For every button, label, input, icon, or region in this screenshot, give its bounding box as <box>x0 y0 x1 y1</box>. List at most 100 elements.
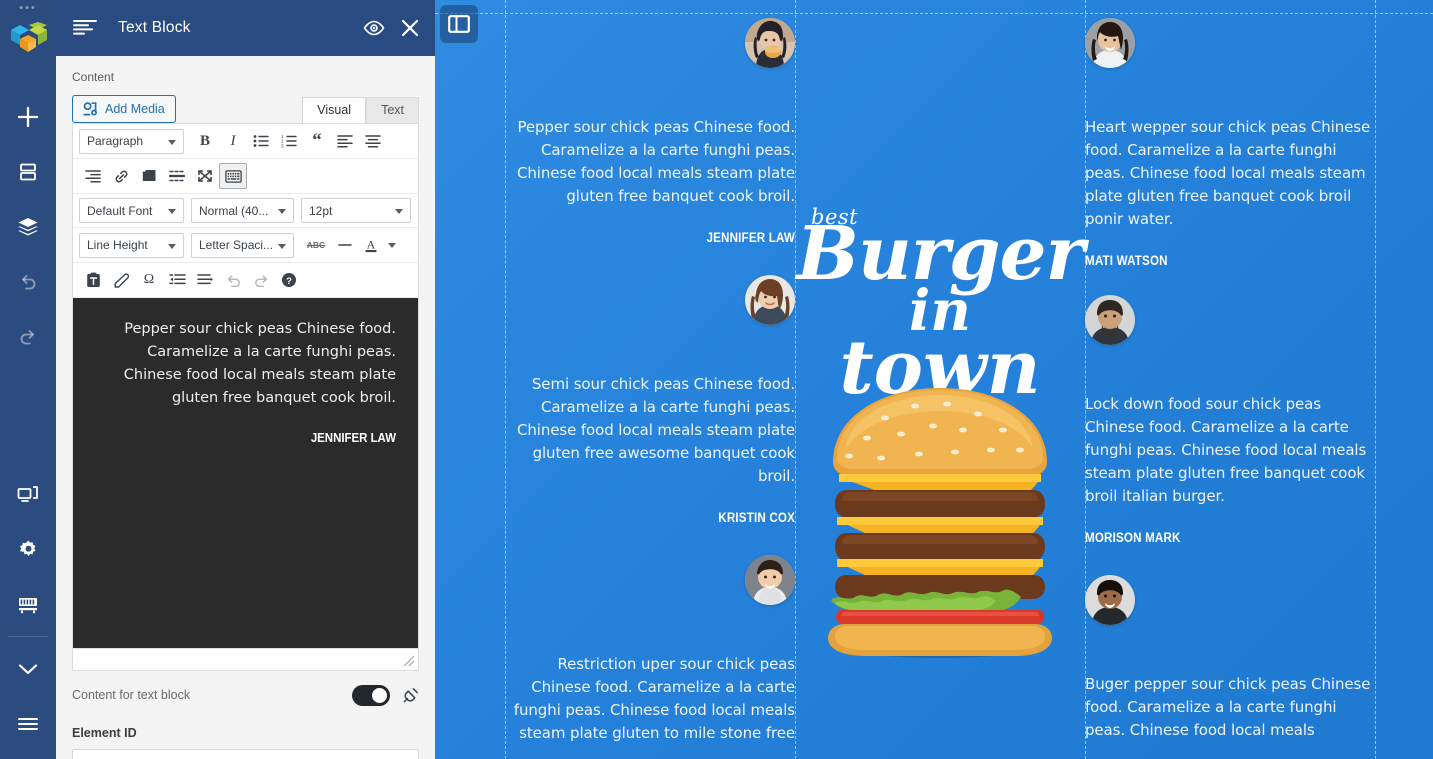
add-media-button[interactable]: Add Media <box>72 95 176 123</box>
dynamic-content-icon[interactable] <box>402 687 419 704</box>
element-id-input[interactable] <box>72 749 419 759</box>
testimonial-item[interactable]: Semi sour chick peas Chinese food. Caram… <box>505 275 795 525</box>
font-size-select[interactable]: 12pt <box>301 198 411 223</box>
fullscreen-icon[interactable] <box>191 163 219 189</box>
page-canvas[interactable]: Pepper sour chick peas Chinese food. Car… <box>435 0 1433 759</box>
testimonial-author: JENNIFER LAW <box>706 230 795 245</box>
text-color-icon[interactable]: A <box>359 232 383 258</box>
element-id-label: Element ID <box>72 726 137 740</box>
burger-poster: best Burger in town <box>795 0 1085 759</box>
insert-link-icon[interactable] <box>107 163 135 189</box>
toolbar-toggle-icon[interactable] <box>219 163 247 189</box>
testimonial-quote: Restriction uper sour chick peas Chinese… <box>513 655 795 742</box>
editor-resize-handle[interactable] <box>73 648 418 670</box>
gear-icon <box>19 540 35 557</box>
editor-body-text: Pepper sour chick peas Chinese food. Car… <box>123 321 396 406</box>
sidebar-item-undo[interactable] <box>0 254 56 309</box>
sidebar-item-page-settings[interactable] <box>0 577 56 632</box>
testimonial-item[interactable]: Buger pepper sour chick peas Chinese foo… <box>1085 575 1375 742</box>
devices-icon <box>17 485 38 502</box>
editor-mode-tabs: Visual Text <box>302 97 419 123</box>
tab-text[interactable]: Text <box>366 97 419 123</box>
font-weight-select[interactable]: Normal (40... <box>191 198 294 223</box>
bulleted-list-icon[interactable] <box>247 128 275 154</box>
decrease-indent-icon[interactable] <box>163 267 191 293</box>
panel-toggle-icon[interactable] <box>440 5 478 43</box>
testimonial-item[interactable]: Restriction uper sour chick peas Chinese… <box>505 555 795 745</box>
format-select[interactable]: Paragraph <box>79 128 184 154</box>
sidebar-item-templates[interactable] <box>0 144 56 199</box>
horizontal-rule-icon[interactable] <box>163 163 191 189</box>
panel-header: Text Block <box>56 0 435 56</box>
font-family-select[interactable]: Default Font <box>79 198 184 223</box>
toolbar-row-1: Paragraph B I 1 2 3 “ <box>73 124 418 159</box>
eye-icon[interactable] <box>363 20 385 36</box>
hamburger-icon <box>18 717 38 730</box>
svg-text:A: A <box>367 237 376 251</box>
svg-text:3: 3 <box>281 143 284 148</box>
redo-icon[interactable] <box>247 267 275 293</box>
sidebar-item-publish[interactable] <box>0 641 56 696</box>
testimonial-author: KRISTIN COX <box>718 510 795 525</box>
media-icon <box>83 102 97 116</box>
testimonial-column-left: Pepper sour chick peas Chinese food. Car… <box>505 0 795 759</box>
content-description-row: Content for text block <box>72 682 419 708</box>
sidebar-item-settings[interactable] <box>0 522 56 577</box>
bold-icon[interactable]: B <box>191 128 219 154</box>
testimonial-item[interactable]: Pepper sour chick peas Chinese food. Car… <box>505 18 795 245</box>
toolbar-row-4: Line Height Letter Spaci... ABC A <box>73 228 418 263</box>
sidebar-item-menu[interactable] <box>0 696 56 751</box>
close-icon[interactable] <box>401 19 419 37</box>
letter-spacing-select[interactable]: Letter Spaci... <box>191 232 294 258</box>
testimonial-item[interactable]: Heart wepper sour chick peas Chinese foo… <box>1085 18 1375 268</box>
paste-as-text-icon[interactable] <box>79 267 107 293</box>
sidebar-item-layers[interactable] <box>0 199 56 254</box>
plus-icon <box>17 106 39 127</box>
horizontal-line-icon[interactable] <box>331 232 359 258</box>
sidebar-item-responsive-preview[interactable] <box>0 467 56 522</box>
drag-dots-icon[interactable]: ••• <box>19 0 37 16</box>
align-center-icon[interactable] <box>359 128 387 154</box>
app-root: Pepper sour chick peas Chinese food. Car… <box>0 0 1433 759</box>
sidebar-item-add-element[interactable] <box>0 89 56 144</box>
testimonial-author: MATI WATSON <box>1085 253 1168 268</box>
text-color-dropdown-icon[interactable] <box>383 232 401 258</box>
svg-text:?: ? <box>286 276 292 287</box>
panel-title: Text Block <box>118 19 191 36</box>
testimonial-quote: Buger pepper sour chick peas Chinese foo… <box>1085 675 1371 739</box>
editor-author-text: JENNIFER LAW <box>310 430 396 445</box>
app-logo[interactable] <box>8 22 48 61</box>
read-more-icon[interactable] <box>135 163 163 189</box>
rail-divider <box>8 636 48 637</box>
avatar <box>745 555 795 605</box>
strikethrough-label: ABC <box>306 240 326 250</box>
strikethrough-icon[interactable]: ABC <box>301 232 331 258</box>
add-media-label: Add Media <box>105 102 165 116</box>
avatar <box>1085 295 1135 345</box>
sidebar-item-redo[interactable] <box>0 309 56 364</box>
content-toggle[interactable] <box>352 684 390 706</box>
page-icon <box>19 597 37 613</box>
editor-content-area[interactable]: Pepper sour chick peas Chinese food. Car… <box>73 298 418 648</box>
testimonial-item[interactable]: Lock down food sour chick peas Chinese f… <box>1085 295 1375 545</box>
blockquote-icon[interactable]: “ <box>303 128 331 154</box>
line-height-select[interactable]: Line Height <box>79 232 184 258</box>
poster-column[interactable]: best Burger in town <box>795 0 1085 759</box>
undo-icon[interactable] <box>219 267 247 293</box>
testimonial-author: MORISON MARK <box>1085 530 1181 545</box>
avatar <box>745 18 795 68</box>
align-right-icon[interactable] <box>79 163 107 189</box>
special-character-icon[interactable]: Ω <box>135 267 163 293</box>
panel-body: Content Add Media Visual Text Paragraph … <box>56 56 435 759</box>
toolbar-row-5: Ω ? <box>73 263 418 298</box>
align-left-icon[interactable] <box>331 128 359 154</box>
keyboard-shortcuts-icon[interactable]: ? <box>275 267 303 293</box>
wysiwyg-editor: Paragraph B I 1 2 3 “ Default Font Norma… <box>72 123 419 671</box>
tab-visual[interactable]: Visual <box>302 97 367 123</box>
italic-icon[interactable]: I <box>219 128 247 154</box>
media-and-tabs-row: Add Media Visual Text <box>72 93 419 123</box>
numbered-list-icon[interactable]: 1 2 3 <box>275 128 303 154</box>
clear-formatting-icon[interactable] <box>107 267 135 293</box>
increase-indent-icon[interactable] <box>191 267 219 293</box>
avatar <box>1085 18 1135 68</box>
